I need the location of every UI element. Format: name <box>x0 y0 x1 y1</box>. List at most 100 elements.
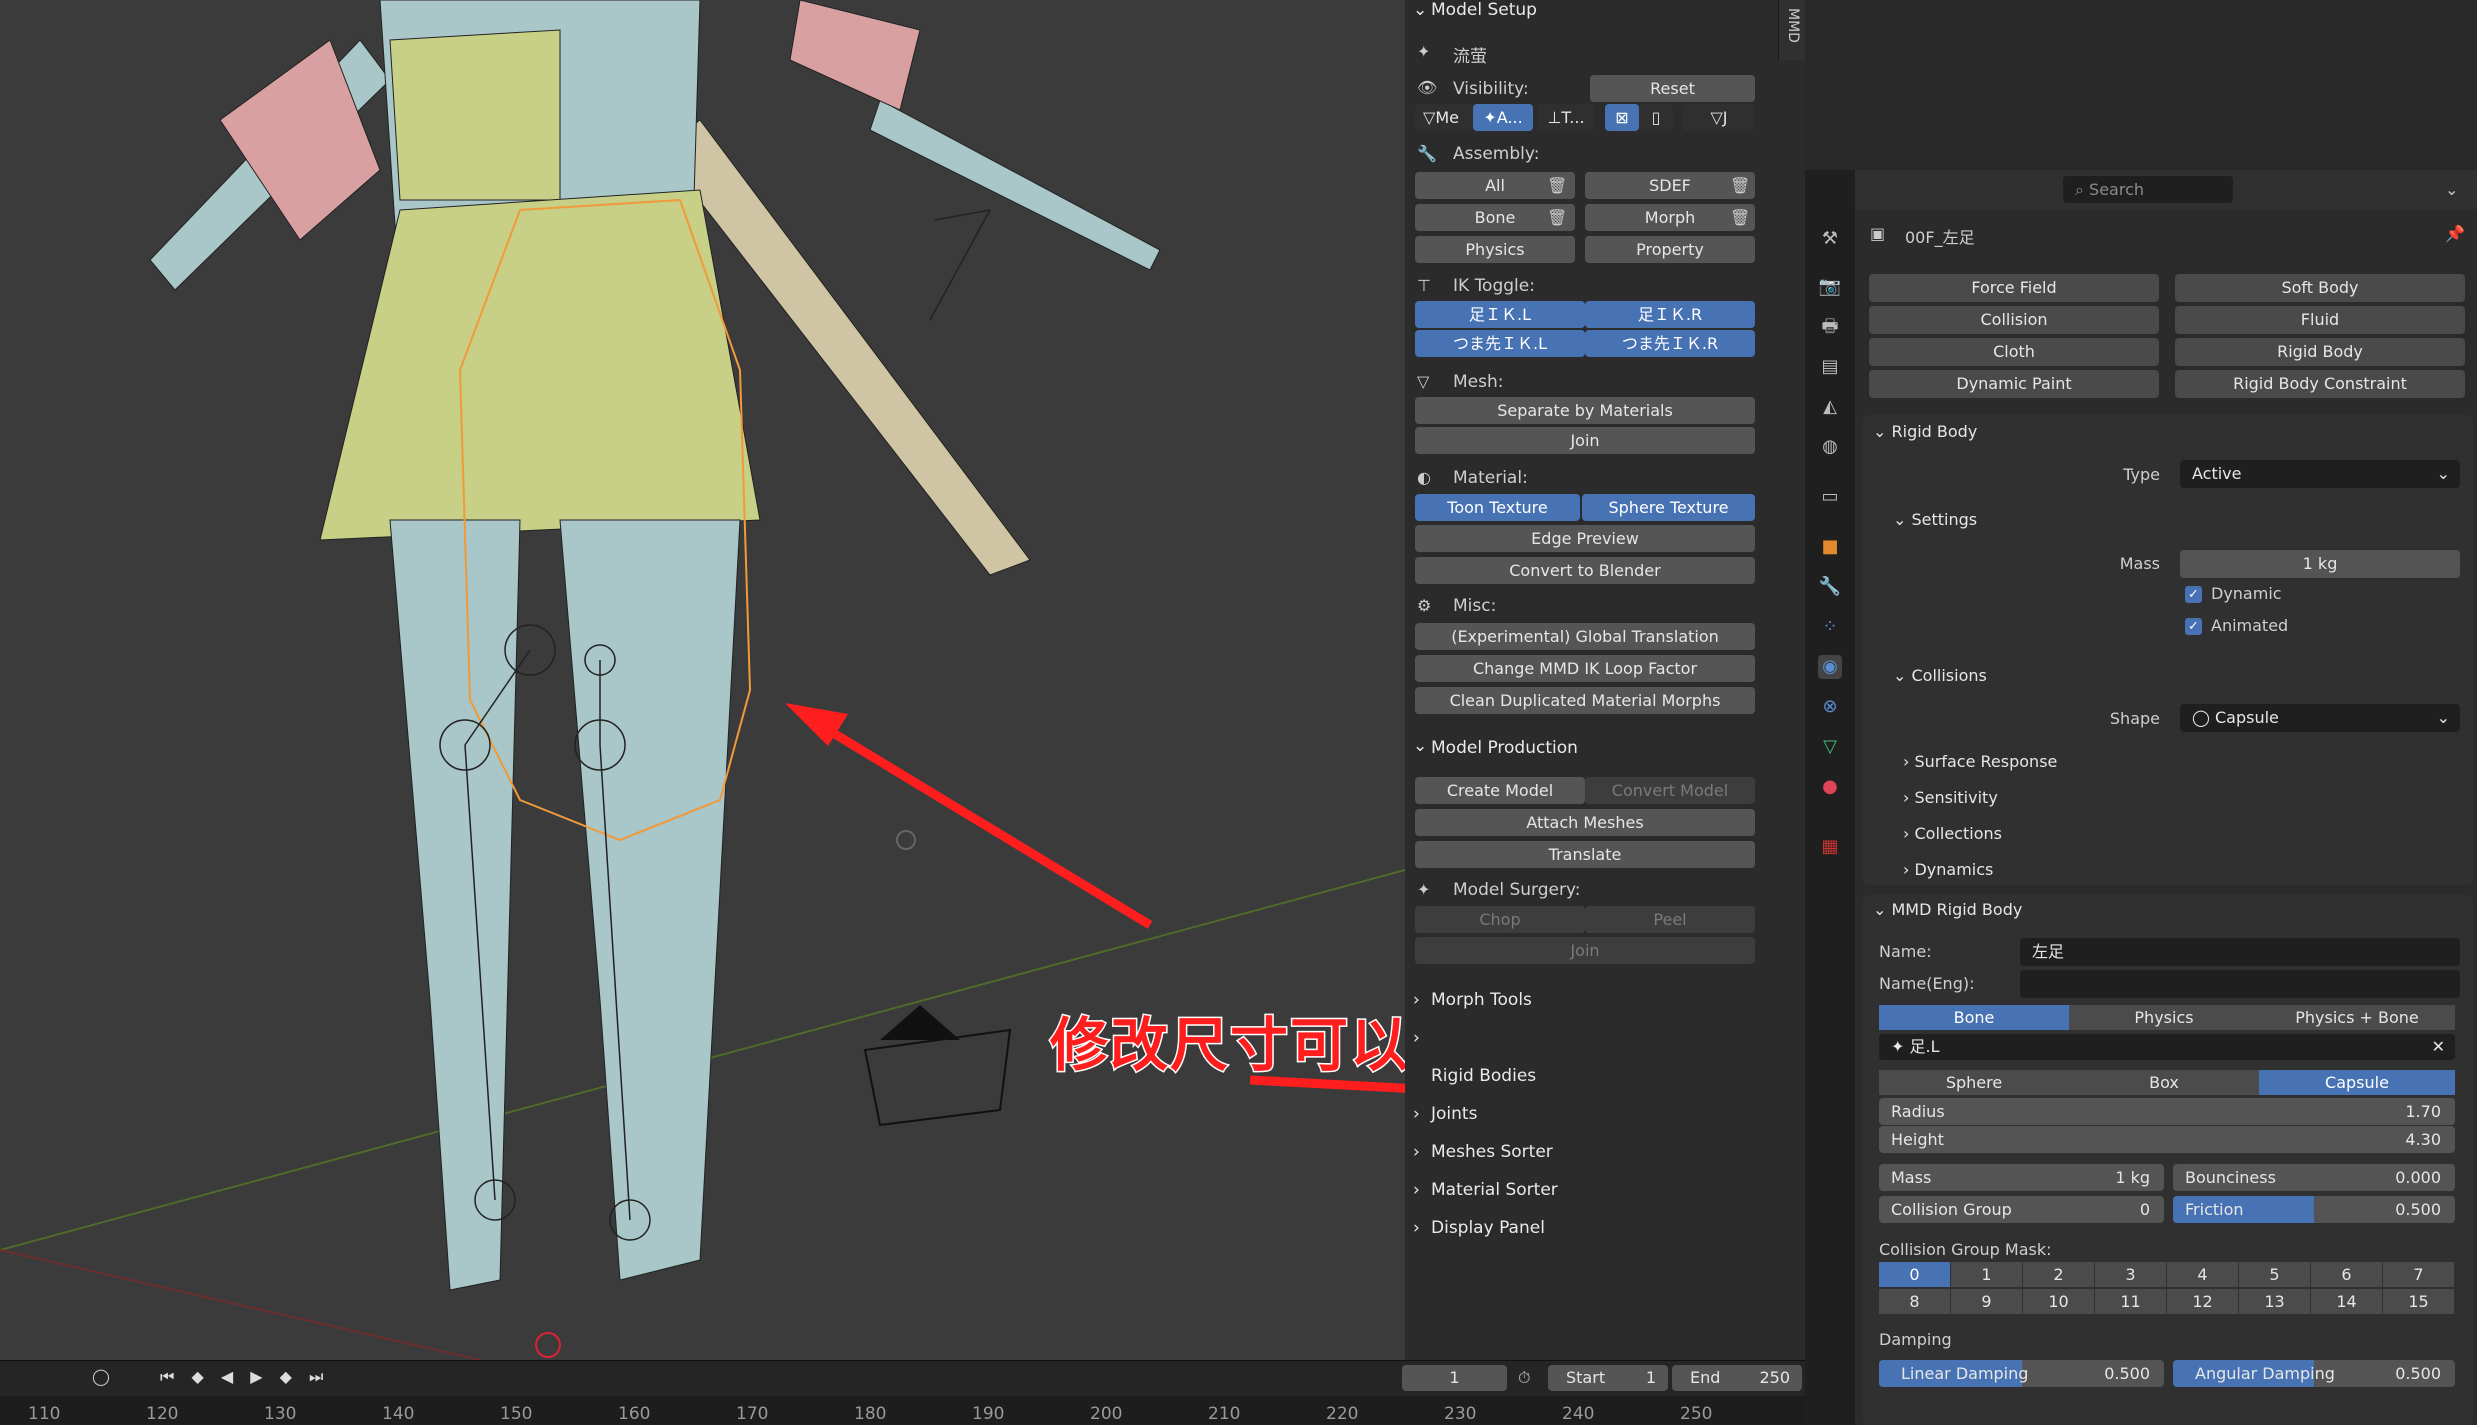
mask-cell[interactable]: 10 <box>2023 1289 2094 1314</box>
edge-preview-button[interactable]: Edge Preview <box>1415 525 1755 552</box>
rigid-body-button[interactable]: Rigid Body <box>2175 338 2465 366</box>
mode-physics-tab[interactable]: Physics <box>2069 1005 2259 1030</box>
morph-tools-header[interactable]: Morph Tools <box>1431 990 1532 1010</box>
separate-by-materials-button[interactable]: Separate by Materials <box>1415 397 1755 424</box>
view-layer-icon[interactable]: ▤ <box>1818 355 1842 379</box>
reset-button[interactable]: Reset <box>1590 75 1755 102</box>
type-dropdown[interactable]: Active ⌄ <box>2180 460 2460 488</box>
mask-cell[interactable]: 11 <box>2095 1289 2166 1314</box>
translate-button[interactable]: Translate <box>1415 841 1755 868</box>
current-frame-field[interactable]: 1 <box>1402 1365 1507 1391</box>
radius-field[interactable]: Radius 1.70 <box>1879 1098 2455 1125</box>
tool-icon[interactable]: ⚒ <box>1818 227 1842 251</box>
collections-header[interactable]: › Collections <box>1903 824 2002 843</box>
bounciness-field[interactable]: Bounciness 0.000 <box>2173 1164 2455 1191</box>
search-input[interactable]: ⌕ Search <box>2063 176 2233 203</box>
joints-header[interactable]: Joints <box>1431 1104 1477 1124</box>
pin-icon[interactable]: 📌 <box>2445 220 2465 247</box>
settings-header[interactable]: ⌄ Settings <box>1893 510 1977 529</box>
friction-slider[interactable]: Friction 0.500 <box>2173 1196 2455 1223</box>
mask-cell[interactable]: 15 <box>2383 1289 2454 1314</box>
mode-physics-bone-tab[interactable]: Physics + Bone <box>2259 1005 2455 1030</box>
mmd-rigid-body-header[interactable]: ⌄ MMD Rigid Body <box>1873 900 2022 919</box>
mask-cell[interactable]: 8 <box>1879 1289 1950 1314</box>
assembly-property-button[interactable]: Property <box>1585 236 1755 263</box>
chevron-down-icon[interactable]: ⌄ <box>2445 176 2458 203</box>
rigid-body-constraint-button[interactable]: Rigid Body Constraint <box>2175 370 2465 398</box>
chevron-right-icon[interactable]: › <box>1413 1218 1420 1238</box>
ik-toe-r-toggle[interactable]: つま先ＩＫ.R <box>1585 330 1755 357</box>
mask-cell[interactable]: 14 <box>2311 1289 2382 1314</box>
particles-icon[interactable]: ⁘ <box>1818 615 1842 639</box>
mask-cell[interactable]: 2 <box>2023 1262 2094 1287</box>
rigid-body-header[interactable]: ⌄ Rigid Body <box>1873 422 1977 441</box>
vis-rigid-toggle[interactable]: ⊠ <box>1605 104 1639 131</box>
global-translation-button[interactable]: (Experimental) Global Translation <box>1415 623 1755 650</box>
ik-toe-l-toggle[interactable]: つま先ＩＫ.L <box>1415 330 1585 357</box>
chevron-right-icon[interactable]: › <box>1413 1104 1420 1124</box>
chevron-right-icon[interactable]: › <box>1413 1142 1420 1162</box>
dynamic-paint-button[interactable]: Dynamic Paint <box>1869 370 2159 398</box>
name-eng-field[interactable] <box>2020 970 2460 998</box>
trash-icon[interactable]: 🗑 <box>1547 204 1567 231</box>
collision-button[interactable]: Collision <box>1869 306 2159 334</box>
peel-button[interactable]: Peel <box>1585 906 1755 933</box>
angular-damping-slider[interactable]: Angular Damping 0.500 <box>2173 1360 2455 1387</box>
name-field[interactable]: 左足 <box>2020 938 2460 966</box>
surface-response-header[interactable]: › Surface Response <box>1903 752 2057 771</box>
assembly-physics-button[interactable]: Physics <box>1415 236 1575 263</box>
playback-controls-icon[interactable]: ⏮ ◆ ◀ ▶ ◆ ⏭ <box>160 1363 329 1390</box>
mask-cell[interactable]: 6 <box>2311 1262 2382 1287</box>
rigid-bodies-header[interactable]: Rigid Bodies <box>1431 1066 1536 1086</box>
soft-body-button[interactable]: Soft Body <box>2175 274 2465 302</box>
model-production-header[interactable]: Model Production <box>1431 738 1578 758</box>
trash-icon[interactable]: 🗑 <box>1730 204 1750 231</box>
ik-foot-r-toggle[interactable]: 足ＩＫ.R <box>1585 301 1755 328</box>
attach-meshes-button[interactable]: Attach Meshes <box>1415 809 1755 836</box>
sphere-texture-toggle[interactable]: Sphere Texture <box>1582 494 1755 521</box>
collisions-header[interactable]: ⌄ Collisions <box>1893 666 1987 685</box>
object-icon[interactable]: ■ <box>1818 535 1842 559</box>
mask-cell[interactable]: 0 <box>1879 1262 1950 1287</box>
world-icon[interactable]: ◍ <box>1818 435 1842 459</box>
bone-selector[interactable]: ✦ 足.L ✕ <box>1879 1034 2455 1060</box>
chevron-right-icon[interactable]: › <box>1413 1028 1420 1048</box>
data-icon[interactable]: ▽ <box>1818 735 1842 759</box>
physics-icon[interactable]: ◉ <box>1818 655 1842 679</box>
modifier-icon[interactable]: 🔧 <box>1818 575 1842 599</box>
mask-cell[interactable]: 3 <box>2095 1262 2166 1287</box>
model-setup-header[interactable]: Model Setup <box>1431 0 1537 20</box>
shape-sphere-tab[interactable]: Sphere <box>1879 1070 2069 1095</box>
vis-temp-toggle[interactable]: ⊥T... <box>1537 104 1595 131</box>
force-field-button[interactable]: Force Field <box>1869 274 2159 302</box>
mask-cell[interactable]: 5 <box>2239 1262 2310 1287</box>
shape-dropdown[interactable]: ◯ Capsule ⌄ <box>2180 704 2460 732</box>
sensitivity-header[interactable]: › Sensitivity <box>1903 788 1998 807</box>
display-panel-header[interactable]: Display Panel <box>1431 1218 1545 1238</box>
animated-checkbox[interactable]: ✓ <box>2185 618 2202 635</box>
scene-icon[interactable]: ◭ <box>1818 395 1842 419</box>
dynamic-checkbox[interactable]: ✓ <box>2185 586 2202 603</box>
shape-capsule-tab[interactable]: Capsule <box>2259 1070 2455 1095</box>
vis-rigid-name-toggle[interactable]: ▯ <box>1639 104 1673 131</box>
mesh-join-button[interactable]: Join <box>1415 427 1755 454</box>
3d-viewport[interactable] <box>0 0 1405 1360</box>
close-icon[interactable]: ✕ <box>2432 1034 2445 1060</box>
chop-button[interactable]: Chop <box>1415 906 1585 933</box>
shape-box-tab[interactable]: Box <box>2069 1070 2259 1095</box>
start-frame-field[interactable]: Start 1 <box>1548 1365 1668 1391</box>
chevron-down-icon[interactable]: ⌄ <box>1413 0 1427 20</box>
timeline-ruler[interactable]: 110 120 130 140 150 160 170 180 190 200 … <box>0 1404 1805 1424</box>
output-icon[interactable]: 🖶 <box>1818 315 1842 339</box>
ik-foot-l-toggle[interactable]: 足ＩＫ.L <box>1415 301 1585 328</box>
convert-model-button[interactable]: Convert Model <box>1585 777 1755 804</box>
render-icon[interactable]: 📷 <box>1818 275 1842 299</box>
fluid-button[interactable]: Fluid <box>2175 306 2465 334</box>
mask-cell[interactable]: 7 <box>2383 1262 2454 1287</box>
mask-cell[interactable]: 4 <box>2167 1262 2238 1287</box>
trash-icon[interactable]: 🗑 <box>1547 172 1567 199</box>
vis-armature-toggle[interactable]: ✦A... <box>1473 104 1533 131</box>
constraints-icon[interactable]: ⊗ <box>1818 695 1842 719</box>
vis-joint-toggle[interactable]: ▽J <box>1683 104 1755 131</box>
collision-group-field[interactable]: Collision Group 0 <box>1879 1196 2164 1223</box>
